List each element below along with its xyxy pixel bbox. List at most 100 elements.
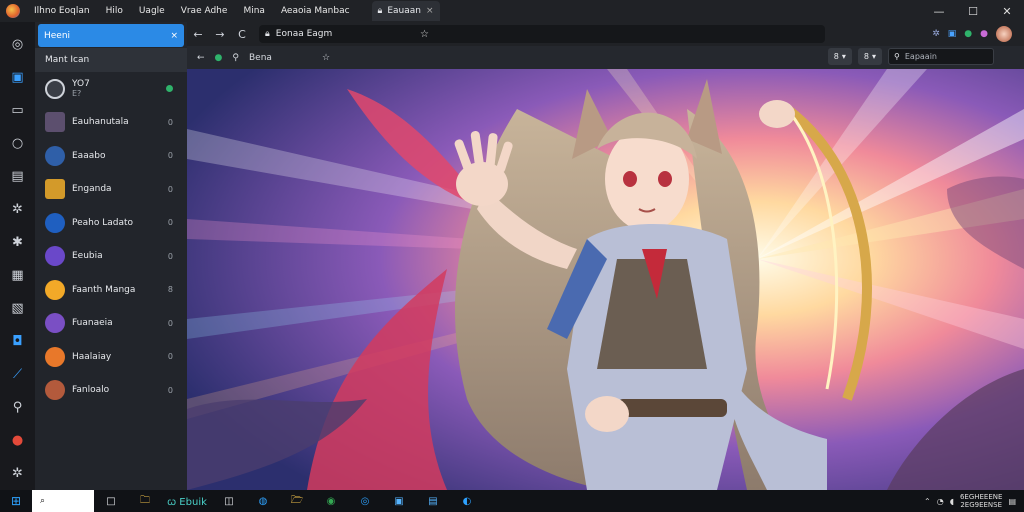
folder-icon[interactable]: 🗁 [280,490,314,512]
notifications-icon[interactable]: ▤ [1008,497,1016,506]
list-item-meta: 8 [167,285,173,295]
search-icon[interactable]: ⚲ [0,391,35,424]
extension-pink-icon[interactable]: ● [980,29,988,39]
tab-close-icon[interactable]: × [426,6,434,16]
circle-icon[interactable]: ○ [0,127,35,160]
brush-icon[interactable]: ⟋ [0,358,35,391]
app-icon-11[interactable]: ◐ [450,490,484,512]
back-button[interactable]: ← [187,28,209,41]
clock[interactable]: 6EGHEEENE 2EG9EENSE [960,493,1003,509]
toolbar-pin-icon[interactable]: ☆ [322,53,330,63]
extension-icons: ✲ ▣ ● ● [932,22,1024,46]
list-item[interactable]: YO7 E? [35,72,187,106]
anime-warrior-illustration [187,69,1024,490]
shield-icon[interactable]: ● [0,424,35,457]
avatar [45,179,65,200]
save-icon[interactable]: ▤ [0,160,35,193]
window-icon[interactable]: ▭ [0,94,35,127]
app-pinned-icon[interactable]: ꞷ Ebuik [162,490,212,512]
close-button[interactable]: ✕ [990,0,1024,22]
list-item-label: Fanloalo [72,385,110,396]
avatar [45,313,65,334]
start-button[interactable]: ⊞ [0,490,32,512]
network-icon[interactable]: ◔ [937,497,944,506]
list-item[interactable]: Fuanaeia 0 [35,307,187,341]
list-item[interactable]: Eeubia 0 [35,240,187,274]
list-item-meta: 0 [167,151,173,161]
chart-icon[interactable]: ▧ [0,292,35,325]
list-item[interactable]: Enganda 0 [35,173,187,207]
avatar [45,346,65,367]
menu-item-4[interactable]: Vrae Adhe [173,6,236,16]
bot-icon[interactable]: ◘ [0,325,35,358]
title-bar: Ilhno Eoqlan Hilo Uagle Vrae Adhe Mina A… [0,0,1024,22]
doc-icon[interactable]: ▦ [0,259,35,292]
compass-icon[interactable]: ◎ [0,28,35,61]
list-item-label: Eeubia [72,251,103,262]
app-icon-4[interactable]: ◫ [212,490,246,512]
site-status-icon: ● [214,52,223,63]
task-view-icon[interactable]: □ [94,490,128,512]
panel-subheader[interactable]: Mant Ican [35,48,187,72]
extension-square-icon[interactable]: ▣ [948,29,957,39]
profile-avatar[interactable] [996,26,1012,42]
toolbar-back-button[interactable]: ← [197,53,205,63]
list-item[interactable]: Eauhanutala 0 [35,106,187,140]
more-icon[interactable]: ✲ [0,457,35,490]
list-item[interactable]: Eaaabo 0 [35,139,187,173]
browser-tab[interactable]: 🔒︎ Eauaan × [371,1,440,21]
taskbar-search[interactable]: ⌕ [32,490,94,512]
avatar [45,380,65,401]
address-bar[interactable]: 🔒︎ Eonaa Eagm ☆ [259,25,825,43]
list-item-label: Fuanaeia [72,318,113,329]
extension-green-icon[interactable]: ● [964,29,972,39]
navigation-bar: ← → C 🔒︎ Eonaa Eagm ☆ ✲ ▣ ● ● [187,22,1024,46]
forward-button[interactable]: → [209,28,231,41]
list-item[interactable]: Peaho Ladato 0 [35,206,187,240]
tab-lock-icon: 🔒︎ [377,6,383,16]
menu-item-1[interactable]: Ilhno Eoqlan [26,6,98,16]
toolbar-pill-2[interactable]: 8 ▾ [857,48,882,65]
menu-item-3[interactable]: Uagle [131,6,173,16]
panel-subheader-label: Mant Ican [45,55,90,65]
tray-chevron-icon[interactable]: ⌃ [924,497,931,506]
toolbar-actions: 8 ▾ 8 ▾ ⚲ Eapaain [827,48,994,65]
toolbar-pill-1[interactable]: 8 ▾ [827,48,852,65]
message-icon[interactable]: ▣ [0,61,35,94]
chrome-icon[interactable]: ◉ [314,490,348,512]
list-item[interactable]: Fanloalo 0 [35,374,187,408]
avatar [45,212,65,233]
edge-icon[interactable]: ◍ [246,490,280,512]
taskbar-search-icon: ⌕ [40,496,46,506]
maximize-button[interactable]: ☐ [956,0,990,22]
extension-pin-icon[interactable]: ✲ [932,29,940,39]
panel-close-icon[interactable]: × [170,31,178,41]
page-search-input[interactable]: ⚲ Eapaain [888,48,994,65]
lock-icon: 🔒︎ [265,29,270,39]
list-item-label: Faanth Manga [72,284,136,295]
side-panel: Heeni × Mant Ican YO7 E? Eauhanutala 0 E… [35,22,220,490]
app-icon-10[interactable]: ▤ [416,490,450,512]
list-item-meta: 0 [167,318,173,328]
panel-header-label: Heeni [44,30,71,41]
panel-header[interactable]: Heeni × [38,24,184,47]
store-icon[interactable]: ▣ [382,490,416,512]
site-name: Bena [249,52,272,63]
artwork-image [187,69,1024,490]
volume-icon[interactable]: ◖ [950,497,954,506]
browser-icon[interactable]: ◎ [348,490,382,512]
menu-item-5[interactable]: Mina [235,6,273,16]
puzzle-icon[interactable]: ✱ [0,226,35,259]
menu-item-6[interactable]: Aeaoia Manbac [273,6,358,16]
minimize-button[interactable]: — [922,0,956,22]
file-explorer-icon[interactable]: 🗀 [128,490,162,512]
list-item-sublabel: E? [72,88,82,98]
settings-icon[interactable]: ✲ [0,193,35,226]
bookmark-star-icon[interactable]: ☆ [420,29,429,40]
list-item[interactable]: Haalaiay 0 [35,340,187,374]
list-item[interactable]: Faanth Manga 8 [35,273,187,307]
dropdown-icon: ▾ [871,52,876,61]
toolbar-search-icon[interactable]: ⚲ [232,53,239,63]
reload-button[interactable]: C [231,28,253,41]
menu-item-2[interactable]: Hilo [98,6,131,16]
